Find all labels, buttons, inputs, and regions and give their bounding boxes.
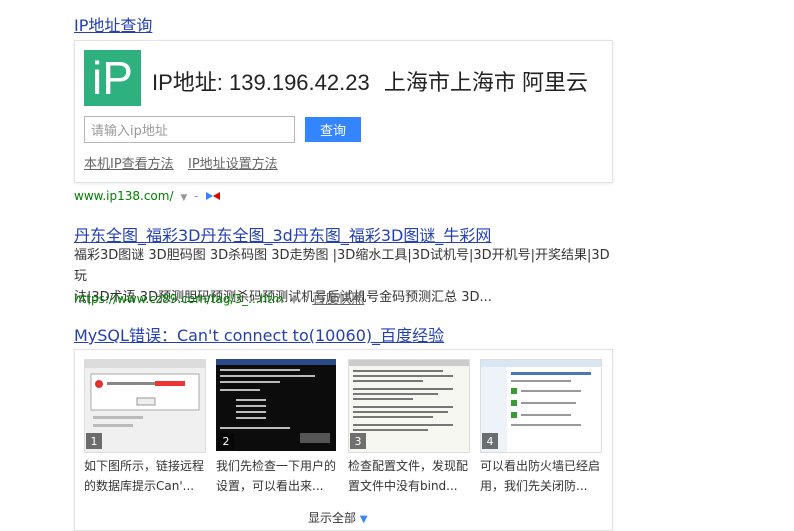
- result-url-line-lottery: https://www.cz89.com/tag/3_...htm ▼ - 百度…: [74, 288, 364, 307]
- query-button[interactable]: 查询: [305, 117, 361, 142]
- ip-input-placeholder: 请输入ip地址: [91, 124, 168, 139]
- caption-line: 如下图所示，链接远程: [84, 459, 205, 473]
- ip-source-line: www.ip138.com/ ▼ -: [74, 189, 221, 204]
- chevron-down-icon[interactable]: ▼: [180, 193, 187, 203]
- ip-settings-help-link[interactable]: IP地址设置方法: [188, 153, 278, 172]
- ip-result-line: IP地址: 139.196.42.23 上海市上海市 阿里云: [152, 65, 588, 97]
- ip-location: 上海市上海市 阿里云: [383, 70, 588, 95]
- step-thumbnail[interactable]: [216, 359, 336, 451]
- step-caption[interactable]: 我们先检查一下用户的 设置，可以看出来...: [216, 456, 340, 496]
- step-thumbnail[interactable]: [84, 359, 206, 453]
- step-thumbnail[interactable]: [348, 359, 470, 453]
- result-url[interactable]: https://www.cz89.com/tag/3_...htm: [74, 292, 284, 306]
- step-caption[interactable]: 可以看出防火墙已经启 用，我们先关闭防...: [480, 456, 604, 496]
- caption-line: 置文件中没有bind...: [348, 479, 458, 493]
- ip-lookup-card: iP IP地址: 139.196.42.23 上海市上海市 阿里云 请输入ip地…: [74, 40, 613, 183]
- step-number-badge: 2: [218, 433, 234, 449]
- caption-line: 设置，可以看出来...: [216, 479, 324, 493]
- caption-line: 检查配置文件，发现配: [348, 459, 469, 473]
- ip-address: IP地址: 139.196.42.23: [152, 70, 370, 95]
- step-thumbnail[interactable]: [480, 359, 602, 453]
- caption-line: 用，我们先关闭防...: [480, 479, 588, 493]
- steps-card: 1 2 3 4 如下图所示，链接远程 的数据库提示Can'... 我们先检查一下…: [74, 349, 613, 531]
- step-number-badge: 3: [350, 433, 366, 449]
- caption-line: 我们先检查一下用户的: [216, 459, 337, 473]
- caption-line: 的数据库提示Can'...: [84, 479, 195, 493]
- step-number-badge: 4: [482, 433, 498, 449]
- caption-line: 可以看出防火墙已经启: [480, 459, 601, 473]
- logo-text: iP: [92, 52, 133, 104]
- result-title-lottery[interactable]: 丹东全图_福彩3D丹东全图_3d丹东图_福彩3D图谜_牛彩网: [74, 222, 491, 246]
- show-all-label: 显示全部: [308, 511, 357, 525]
- separator: -: [194, 189, 199, 203]
- baidu-bow-icon: [205, 190, 221, 204]
- result-title-mysql[interactable]: MySQL错误：Can't connect to(10060)_百度经验: [74, 322, 444, 346]
- chevron-down-icon[interactable]: ▼: [290, 296, 297, 306]
- local-ip-help-link[interactable]: 本机IP查看方法: [84, 153, 174, 172]
- step-number-badge: 1: [86, 433, 102, 449]
- show-all-button[interactable]: 显示全部 ▼: [308, 509, 368, 526]
- snippet-line-1: 福彩3D图谜 3D胆码图 3D杀码图 3D走势图 |3D缩水工具|3D试机号|3…: [74, 248, 610, 284]
- ip138-logo: iP: [84, 50, 141, 106]
- source-url[interactable]: www.ip138.com/: [74, 189, 174, 203]
- baidu-cache-link[interactable]: 百度快照: [312, 292, 364, 307]
- ip-lookup-title[interactable]: IP地址查询: [74, 12, 152, 36]
- step-caption[interactable]: 如下图所示，链接远程 的数据库提示Can'...: [84, 456, 208, 496]
- separator: -: [304, 292, 309, 306]
- step-caption[interactable]: 检查配置文件，发现配 置文件中没有bind...: [348, 456, 472, 496]
- ip-input[interactable]: 请输入ip地址: [84, 116, 295, 143]
